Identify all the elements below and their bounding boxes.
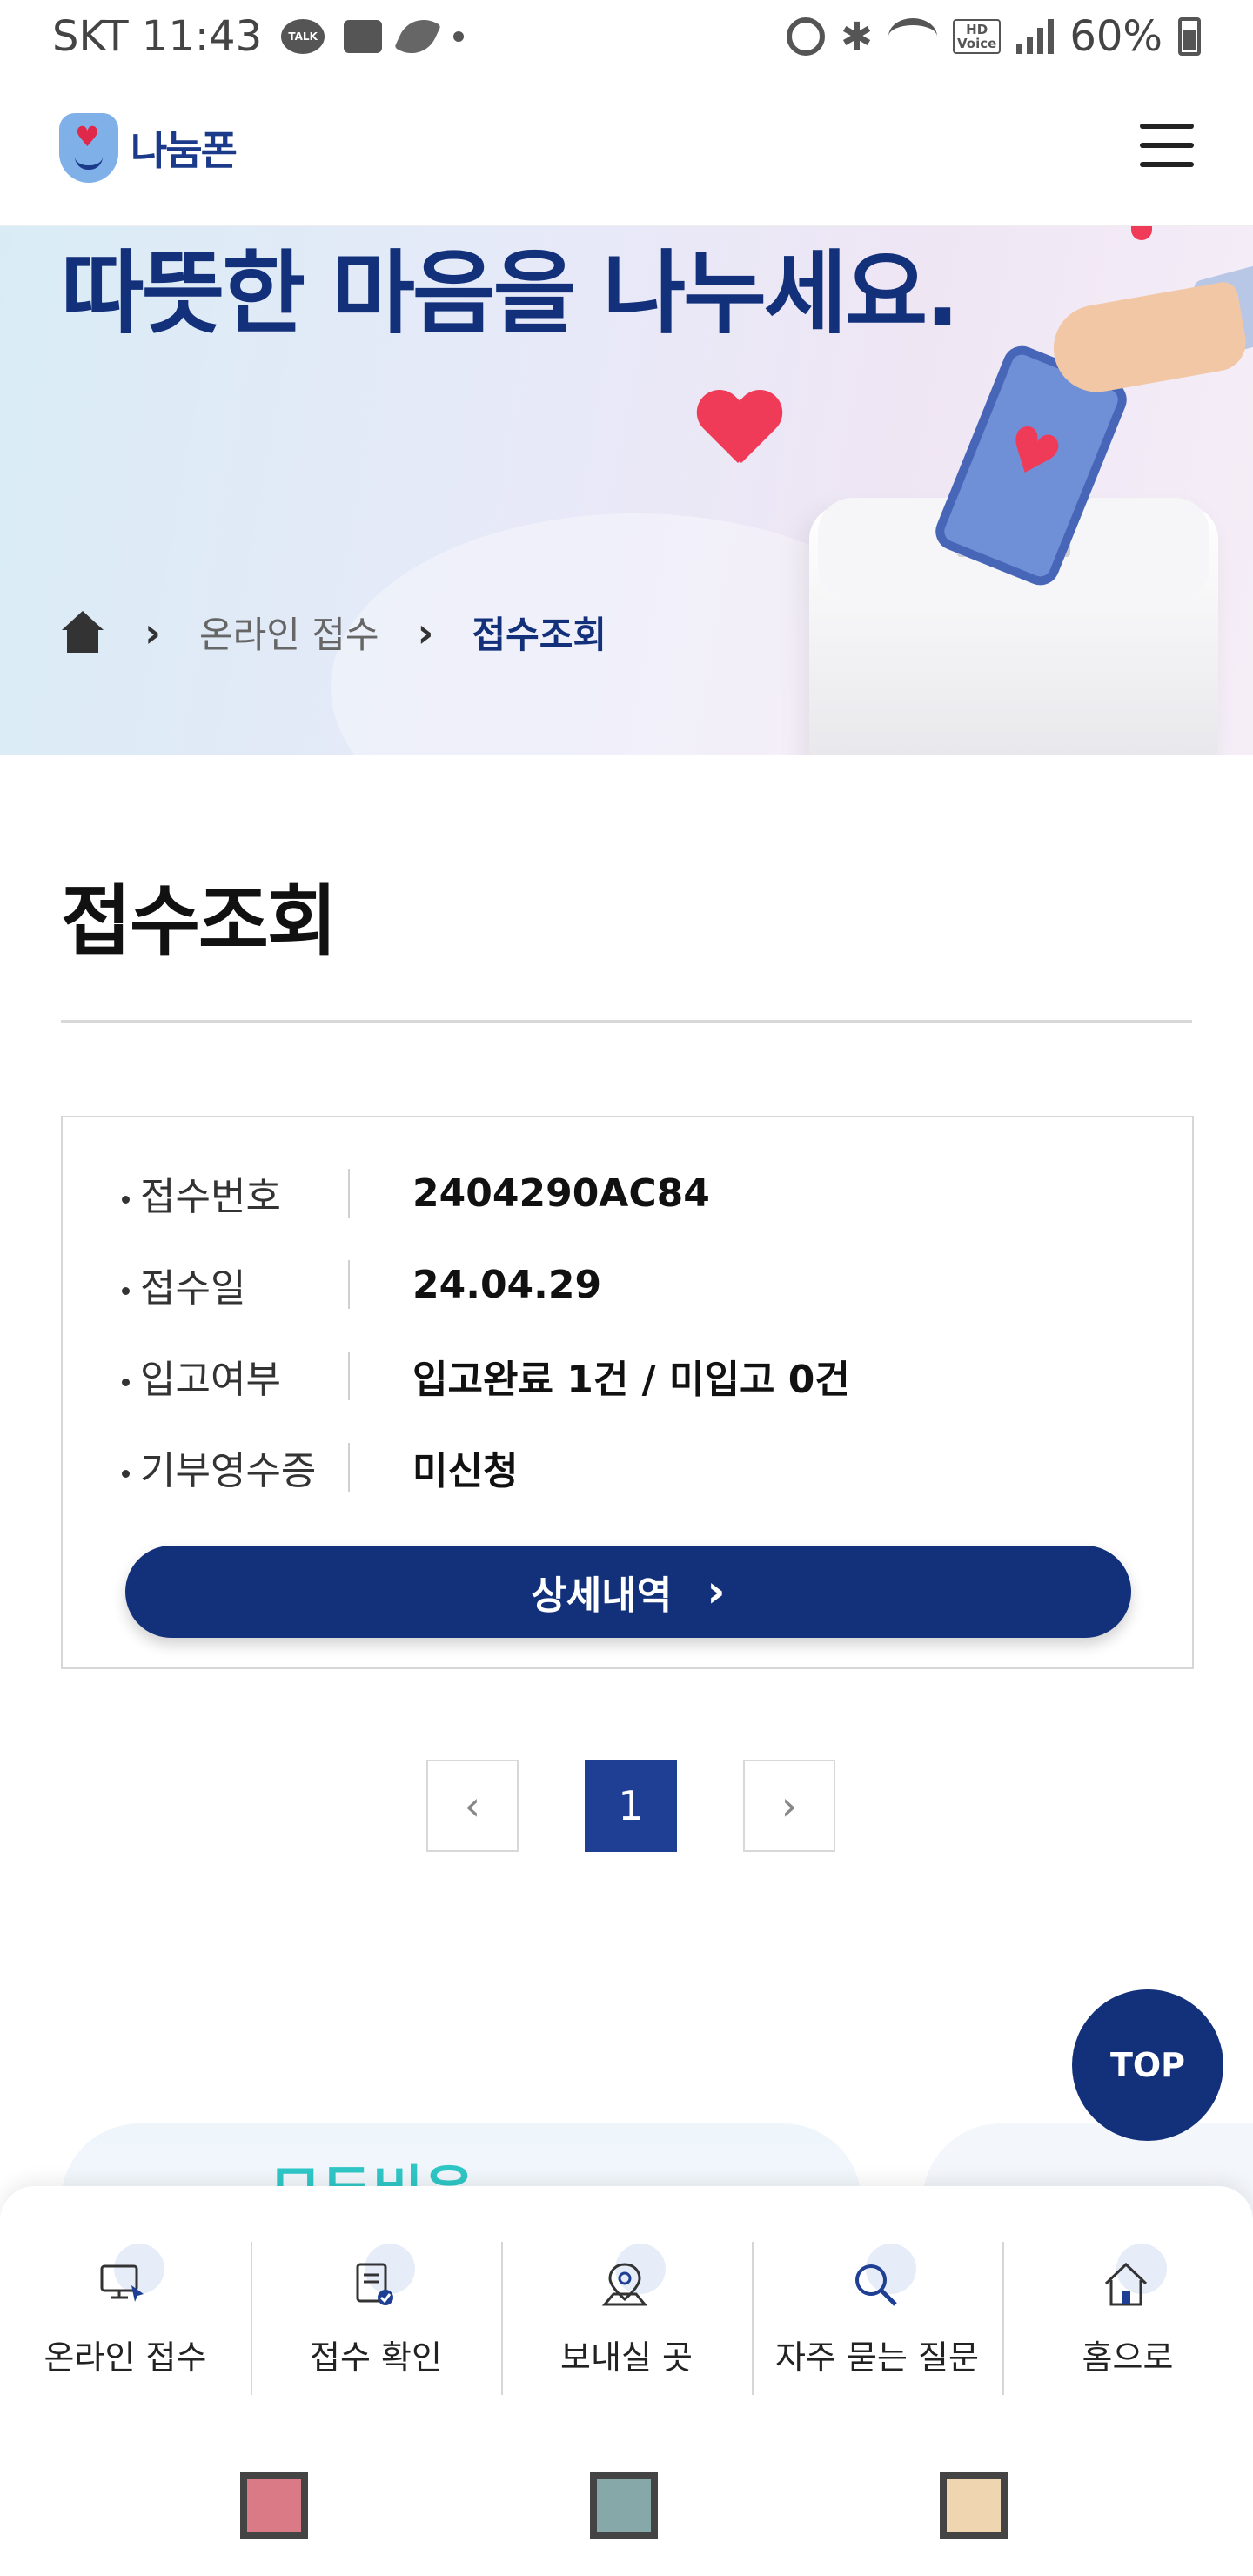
signal-icon [1016, 19, 1055, 54]
chevron-right-icon: › [417, 608, 434, 656]
wifi-icon [888, 18, 937, 55]
nav-label: 보내실 곳 [560, 2338, 693, 2377]
nav-label: 홈으로 [1082, 2338, 1174, 2377]
battery-icon [1178, 17, 1201, 56]
next-page-button[interactable]: › [743, 1760, 835, 1852]
chevron-right-icon: › [707, 1566, 726, 1618]
hd-voice-icon: HD Voice [953, 19, 1002, 54]
home-icon [1089, 2244, 1167, 2322]
receipt-date-value: 24.04.29 [412, 1262, 602, 1307]
hero-title: 따뜻한 마음을 나누세요. [61, 240, 960, 346]
receipt-label: 입고여부 [140, 1358, 281, 1402]
clipboard-check-icon [337, 2244, 415, 2322]
nav-receipt-check[interactable]: 접수 확인 [251, 2230, 501, 2395]
map-pin-icon [587, 2244, 666, 2322]
status-left: SKT 11:43 TALK [52, 11, 465, 62]
nav-home[interactable]: 홈으로 [1002, 2230, 1253, 2395]
kakaotalk-icon: TALK [281, 19, 325, 54]
hand-illustration [1046, 279, 1251, 399]
battery-percent: 60% [1069, 12, 1163, 61]
magnifier-icon [838, 2244, 916, 2322]
site-logo[interactable]: 나눔폰 [59, 113, 238, 183]
page-title: 접수조회 [61, 876, 338, 966]
home-icon[interactable] [59, 610, 106, 654]
system-nav-bar [0, 2404, 1253, 2576]
breadcrumb-online-receipt[interactable]: 온라인 접수 [199, 606, 379, 659]
receipt-row-donation-receipt: 기부영수증 미신청 [122, 1437, 518, 1498]
status-bar: SKT 11:43 TALK ✱ HD Voice 60% [0, 0, 1253, 80]
carrier-time: SKT 11:43 [52, 12, 263, 61]
more-notifications-icon [453, 31, 465, 42]
receipt-row-number: 접수번호 2404290AC84 [122, 1163, 710, 1224]
nav-label: 온라인 접수 [44, 2338, 207, 2377]
page-button-current[interactable]: 1 [585, 1760, 677, 1852]
recent-apps-button[interactable] [240, 2472, 308, 2539]
logo-mascot-icon [59, 113, 118, 183]
divider [348, 1443, 350, 1492]
chevron-left-icon: ‹ [464, 1782, 481, 1829]
bottom-nav: 온라인 접수 접수 확인 보내실 곳 자주 묻는 질문 홈으로 [0, 2186, 1253, 2404]
chevron-right-icon: › [144, 608, 161, 656]
message-icon [344, 20, 383, 53]
bullet-icon [122, 1286, 130, 1295]
pagination: ‹ 1 › [426, 1760, 835, 1852]
nav-online-receipt[interactable]: 온라인 접수 [0, 2230, 251, 2383]
chevron-right-icon: › [781, 1782, 798, 1829]
bullet-icon [122, 1195, 130, 1204]
divider [348, 1169, 350, 1218]
breadcrumb: › 온라인 접수 › 접수조회 [59, 606, 606, 659]
back-button[interactable] [940, 2472, 1008, 2539]
divider [348, 1260, 350, 1309]
bullet-icon [122, 1378, 130, 1386]
home-button[interactable] [590, 2472, 658, 2539]
receipt-label: 기부영수증 [140, 1449, 317, 1493]
receipt-label: 접수일 [140, 1266, 246, 1311]
receipt-number-value: 2404290AC84 [412, 1171, 710, 1216]
site-header: 나눔폰 [0, 80, 1253, 226]
receipt-row-date: 접수일 24.04.29 [122, 1254, 601, 1315]
hero-banner: 따뜻한 마음을 나누세요. › 온라인 접수 › 접수조회 [0, 226, 1253, 755]
title-divider [61, 1020, 1192, 1023]
prev-page-button[interactable]: ‹ [426, 1760, 519, 1852]
breadcrumb-current: 접수조회 [472, 614, 607, 656]
stock-status-value: 입고완료 1건 / 미입고 0건 [412, 1358, 850, 1402]
heart-icon [696, 392, 783, 479]
menu-icon[interactable] [1140, 124, 1194, 167]
status-right: ✱ HD Voice 60% [787, 12, 1201, 61]
bluetooth-icon: ✱ [841, 14, 873, 59]
nav-label: 접수 확인 [310, 2338, 442, 2377]
feather-icon [394, 11, 442, 62]
nav-label: 자주 묻는 질문 [775, 2338, 979, 2377]
nav-faq[interactable]: 자주 묻는 질문 [752, 2230, 1002, 2395]
bullet-icon [122, 1469, 130, 1478]
divider [348, 1352, 350, 1400]
alarm-icon [787, 17, 826, 56]
nav-send-location[interactable]: 보내실 곳 [501, 2230, 752, 2395]
receipt-card: 접수번호 2404290AC84 접수일 24.04.29 입고여부 입고완료 … [61, 1116, 1194, 1669]
scroll-top-button[interactable]: TOP [1072, 1989, 1223, 2141]
receipt-label: 접수번호 [140, 1175, 281, 1219]
receipt-row-stock: 입고여부 입고완료 1건 / 미입고 0건 [122, 1345, 850, 1406]
small-heart-icon [1131, 226, 1152, 240]
logo-text: 나눔폰 [131, 127, 238, 174]
detail-button[interactable]: 상세내역 › [125, 1546, 1131, 1638]
donation-receipt-value: 미신청 [412, 1449, 519, 1493]
monitor-click-icon [86, 2244, 164, 2322]
detail-button-label: 상세내역 [531, 1573, 673, 1618]
